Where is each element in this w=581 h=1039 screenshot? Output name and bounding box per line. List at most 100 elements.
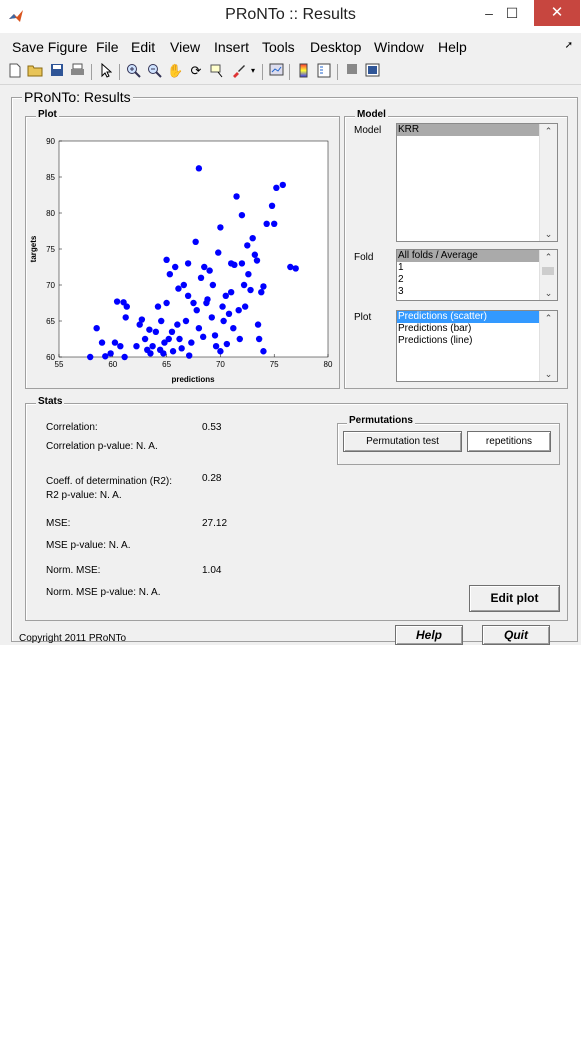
fold-label: Fold xyxy=(354,252,374,263)
menu-tools[interactable]: Tools xyxy=(262,39,295,55)
list-item[interactable]: 3 xyxy=(397,286,557,298)
fold-listbox[interactable]: All folds / Average 1 2 3 ⌃ ⌄ xyxy=(396,249,558,301)
list-item[interactable]: 1 xyxy=(397,262,557,274)
scatter-point xyxy=(197,274,205,281)
pointer-icon[interactable] xyxy=(98,62,114,79)
menu-window[interactable]: Window xyxy=(374,39,424,55)
plot-type-label: Plot xyxy=(354,312,372,323)
scatter-point xyxy=(175,285,182,292)
scatter-point xyxy=(253,257,261,264)
fold-scrollbar[interactable]: ⌃ ⌄ xyxy=(539,250,557,300)
plot-type-listbox[interactable]: Predictions (scatter) Predictions (bar) … xyxy=(396,310,558,382)
hide-plot-tools-icon[interactable] xyxy=(344,63,360,79)
scroll-down-icon[interactable]: ⌄ xyxy=(540,367,557,381)
scatter-point xyxy=(178,345,185,352)
brush-dropdown-icon[interactable]: ▾ xyxy=(248,63,258,79)
x-tick-label: 80 xyxy=(324,360,333,369)
permutation-test-button[interactable]: Permutation test xyxy=(343,431,462,452)
scatter-plot[interactable]: 55 60 65 70 75 80 60657075808590 predictions … xyxy=(28,128,336,384)
model-scrollbar[interactable]: ⌃ ⌄ xyxy=(539,124,557,241)
list-item[interactable]: Predictions (line) xyxy=(397,335,557,347)
rotate-3d-icon[interactable]: ⟳ xyxy=(188,63,204,79)
scatter-point xyxy=(163,299,170,307)
maximize-button[interactable]: ☐ xyxy=(490,0,534,26)
scatter-point xyxy=(195,325,203,332)
show-plot-tools-icon[interactable] xyxy=(364,63,380,79)
r2-p-value: R2 p-value: N. A. xyxy=(46,490,122,501)
menu-desktop[interactable]: Desktop xyxy=(310,39,361,55)
x-tick-label: 75 xyxy=(270,360,279,369)
scatter-point xyxy=(93,325,100,332)
colorbar-icon[interactable] xyxy=(296,63,312,79)
scatter-point xyxy=(251,251,259,258)
results-panel-title: PRoNTo: Results xyxy=(22,89,133,105)
close-button[interactable]: ✕ xyxy=(534,0,580,26)
y-tick-label: 85 xyxy=(46,173,55,182)
scatter-point xyxy=(174,321,181,328)
repetitions-input[interactable]: repetitions xyxy=(467,431,551,452)
x-tick-label: 65 xyxy=(162,360,171,369)
scatter-point xyxy=(236,335,243,343)
scatter-point xyxy=(225,310,233,317)
scroll-down-icon[interactable]: ⌄ xyxy=(540,227,557,241)
scatter-point xyxy=(176,335,183,343)
y-tick-label: 75 xyxy=(46,245,55,254)
legend-icon[interactable] xyxy=(316,63,332,79)
toolbar-divider xyxy=(91,64,92,80)
list-item[interactable]: 2 xyxy=(397,274,557,286)
scatter-point xyxy=(223,340,231,348)
open-file-icon[interactable] xyxy=(27,63,43,79)
y-axis-label: targets xyxy=(29,235,38,262)
scatter-point xyxy=(121,353,128,361)
menu-save-figure[interactable]: Save Figure xyxy=(12,39,87,55)
menu-insert[interactable]: Insert xyxy=(214,39,249,55)
scatter-point xyxy=(255,335,263,343)
x-tick-label: 55 xyxy=(55,360,64,369)
new-figure-icon[interactable] xyxy=(7,63,23,79)
brush-icon[interactable] xyxy=(230,63,246,79)
menu-edit[interactable]: Edit xyxy=(131,39,155,55)
scatter-point xyxy=(254,321,262,328)
menu-view[interactable]: View xyxy=(170,39,200,55)
model-listbox[interactable]: KRR ⌃ ⌄ xyxy=(396,123,558,242)
scroll-up-icon[interactable]: ⌃ xyxy=(540,250,557,264)
help-button[interactable]: Help xyxy=(395,625,463,645)
scatter-point xyxy=(146,326,153,333)
save-icon[interactable] xyxy=(49,63,65,79)
scatter-point xyxy=(169,348,177,355)
scroll-down-icon[interactable]: ⌄ xyxy=(540,286,557,300)
scatter-point xyxy=(199,333,207,341)
scatter-point xyxy=(273,184,280,191)
zoom-in-icon[interactable] xyxy=(125,63,141,79)
scroll-up-icon[interactable]: ⌃ xyxy=(540,311,557,325)
scatter-point xyxy=(220,317,227,325)
menu-help[interactable]: Help xyxy=(438,39,467,55)
toolbar-divider xyxy=(337,64,338,80)
scatter-point xyxy=(168,328,176,335)
scatter-point xyxy=(268,202,276,209)
plot-type-scrollbar[interactable]: ⌃ ⌄ xyxy=(539,311,557,381)
menu-overflow-icon[interactable]: ➚ xyxy=(565,40,573,51)
pan-hand-icon[interactable]: ✋ xyxy=(167,63,183,79)
scroll-thumb[interactable] xyxy=(542,267,554,275)
toolbar-divider xyxy=(119,64,120,80)
scatter-point xyxy=(209,281,217,289)
quit-button[interactable]: Quit xyxy=(482,625,550,645)
menu-file[interactable]: File xyxy=(96,39,119,55)
scatter-point xyxy=(152,328,160,335)
scatter-point xyxy=(160,350,167,357)
print-icon[interactable] xyxy=(69,63,85,79)
r2-label: Coeff. of determination (R2): xyxy=(46,476,172,487)
scatter-point xyxy=(122,314,129,321)
data-cursor-icon[interactable] xyxy=(209,63,225,79)
y-tick-label: 70 xyxy=(46,281,55,290)
link-plot-icon[interactable] xyxy=(268,63,284,79)
list-item[interactable]: KRR xyxy=(397,124,557,136)
zoom-out-icon[interactable] xyxy=(146,63,162,79)
edit-plot-button[interactable]: Edit plot xyxy=(469,585,560,612)
list-item[interactable]: Predictions (bar) xyxy=(397,323,557,335)
scroll-up-icon[interactable]: ⌃ xyxy=(540,124,557,138)
list-item[interactable]: All folds / Average xyxy=(397,250,557,262)
scatter-point xyxy=(238,260,246,267)
list-item[interactable]: Predictions (scatter) xyxy=(397,311,557,323)
